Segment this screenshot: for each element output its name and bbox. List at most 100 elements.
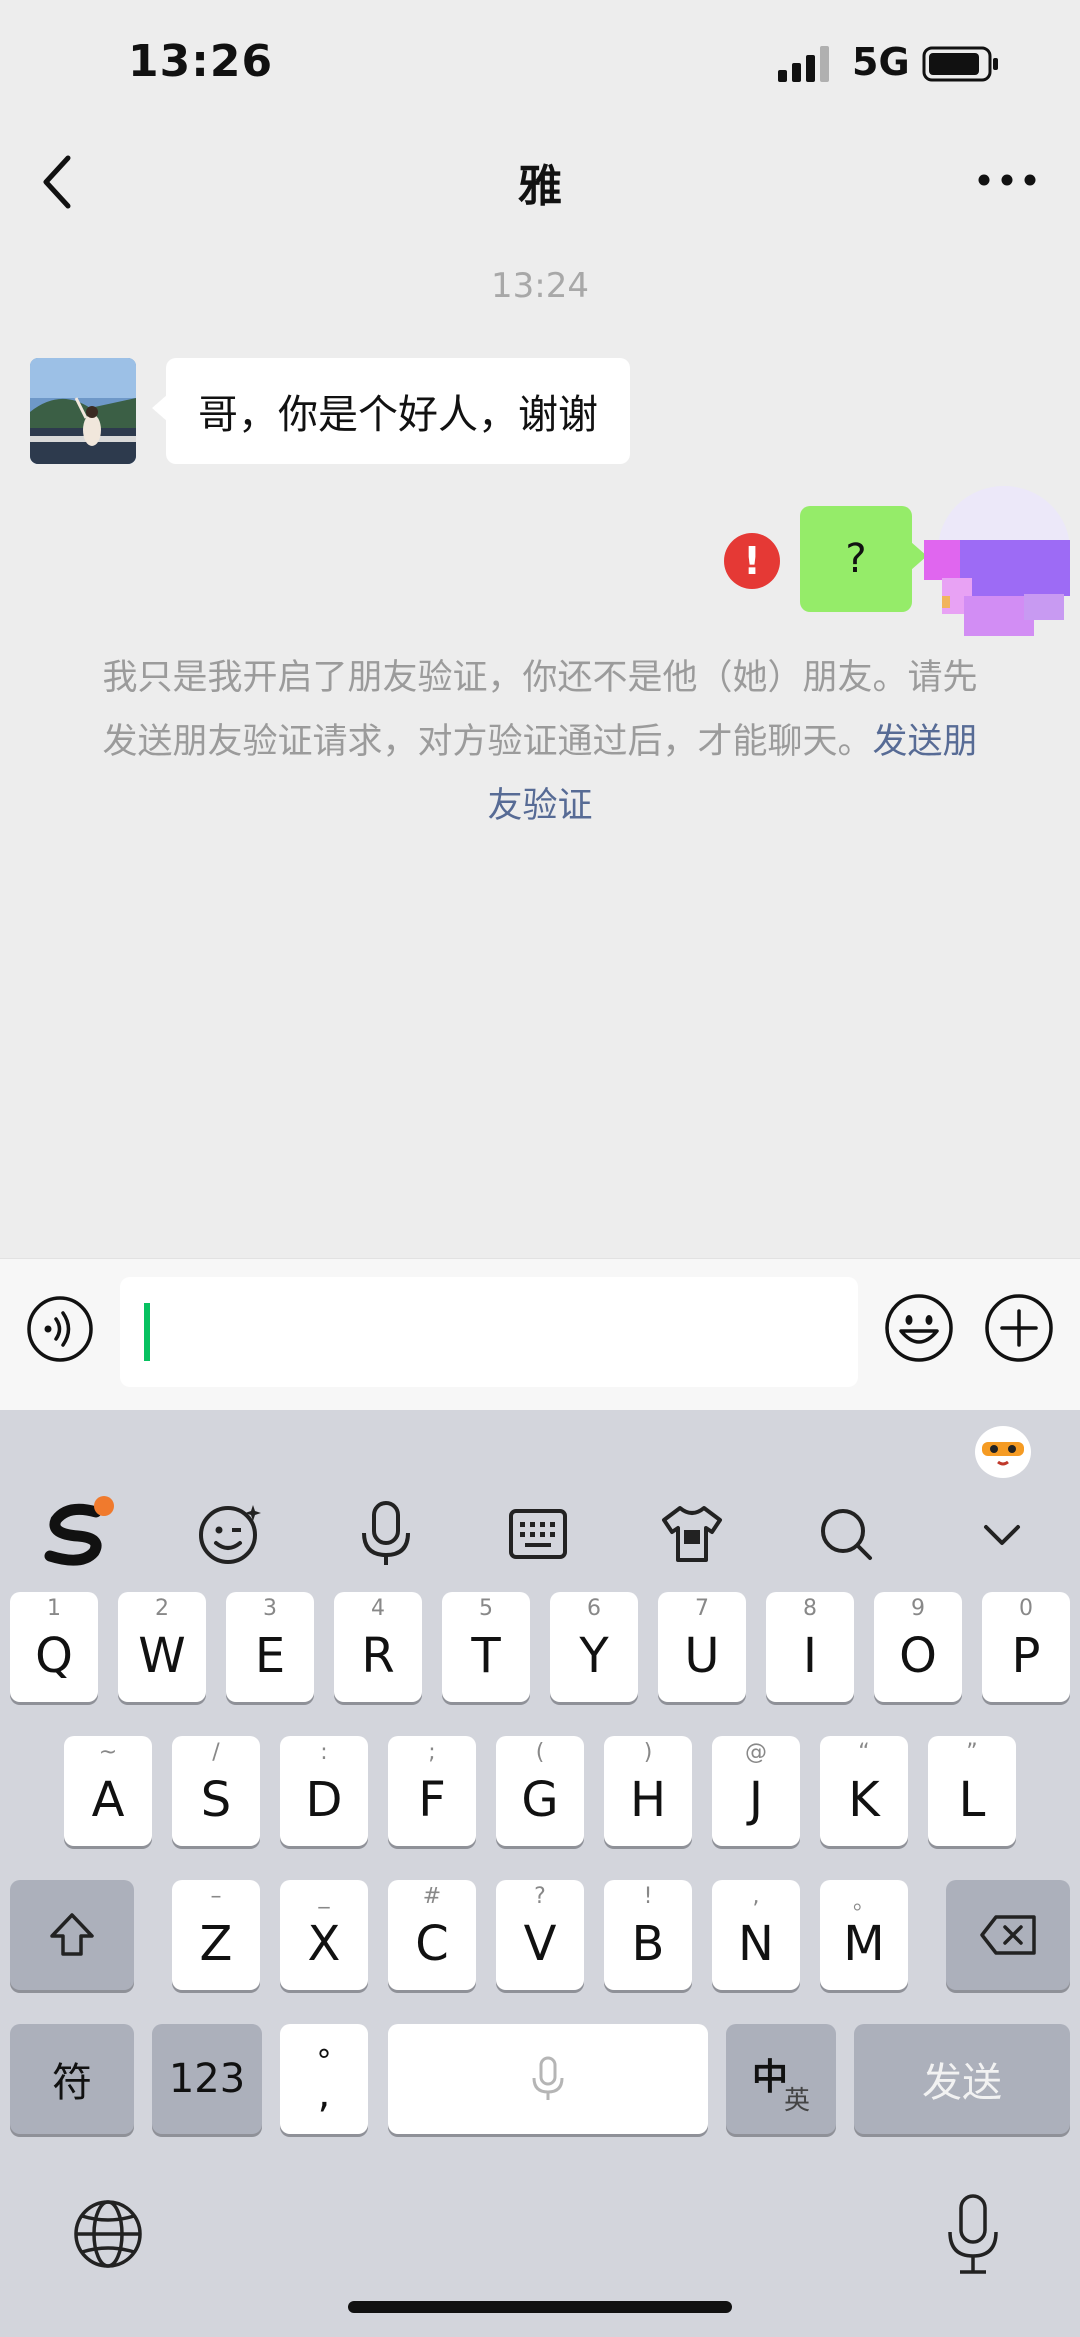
avatar-photo-icon	[30, 358, 136, 464]
search-icon[interactable]	[806, 1494, 886, 1574]
key-m[interactable]: 。 M	[820, 1880, 908, 1990]
key-e[interactable]: 3E	[226, 1592, 314, 1702]
key-letter: C	[415, 1916, 449, 1972]
key-c[interactable]: # C	[388, 1880, 476, 1990]
punct-bottom: ,	[317, 2071, 331, 2117]
collapse-keyboard-chevron-icon[interactable]	[962, 1494, 1042, 1574]
key-hint: _	[318, 1884, 330, 1909]
status-bar: 13:26 5G	[0, 0, 1080, 130]
space-mic-icon	[532, 2056, 564, 2100]
key-hint: ~	[98, 1740, 118, 1765]
numbers-key[interactable]: 123	[152, 2024, 262, 2134]
key-hint: #	[422, 1884, 442, 1909]
key-z[interactable]: – Z	[172, 1880, 260, 1990]
key-k[interactable]: “K	[820, 1736, 908, 1846]
key-p[interactable]: 0P	[982, 1592, 1070, 1702]
key-hint: )	[643, 1740, 653, 1765]
key-l[interactable]: ” L	[928, 1736, 1016, 1846]
key-v[interactable]: ? V	[496, 1880, 584, 1990]
key-letter: W	[138, 1628, 186, 1684]
key-hint: ;	[428, 1740, 436, 1765]
key-d[interactable]: :D	[280, 1736, 368, 1846]
incoming-message-bubble[interactable]: 哥，你是个好人，谢谢	[152, 358, 630, 464]
key-h[interactable]: ) H	[604, 1736, 692, 1846]
emoji-icon[interactable]	[884, 1293, 954, 1363]
mascot-icon[interactable]	[970, 1420, 1036, 1480]
outgoing-message-bubble[interactable]: ?	[800, 506, 927, 612]
key-letter: R	[361, 1628, 395, 1684]
key-y[interactable]: 6Y	[550, 1592, 638, 1702]
key-r[interactable]: 4R	[334, 1592, 422, 1702]
key-letter: N	[738, 1916, 774, 1972]
punctuation-key[interactable]: ° ,	[280, 2024, 368, 2134]
home-indicator[interactable]	[348, 2301, 732, 2313]
key-hint: ,	[752, 1884, 760, 1909]
message-timestamp: 13:24	[491, 266, 589, 306]
plus-icon[interactable]	[984, 1293, 1054, 1363]
keyboard-icon[interactable]	[498, 1494, 578, 1574]
key-j[interactable]: @ J	[712, 1736, 800, 1846]
microphone-icon[interactable]	[346, 1494, 426, 1574]
key-hint: ?	[534, 1884, 546, 1909]
message-input[interactable]	[120, 1277, 858, 1387]
keyboard: 1Q 2W 3E 4R 5T 6Y 7U 8I 9O 0P ~ A / S :D ;…	[0, 1410, 1080, 2337]
key-hint: @	[745, 1740, 767, 1765]
skin-shirt-icon[interactable]	[652, 1494, 732, 1574]
numbers-key-label: 123	[168, 2056, 246, 2102]
network-type: 5G	[852, 40, 910, 84]
key-letter: G	[521, 1772, 559, 1828]
key-hint: 5	[479, 1596, 493, 1621]
key-hint: 8	[803, 1596, 817, 1621]
key-x[interactable]: _ X	[280, 1880, 368, 1990]
key-letter: T	[471, 1628, 501, 1684]
key-letter: B	[631, 1916, 665, 1972]
key-letter: F	[418, 1772, 446, 1828]
backspace-icon	[980, 1915, 1036, 1955]
key-g[interactable]: (G	[496, 1736, 584, 1846]
status-time: 13:26	[128, 36, 274, 87]
key-letter: D	[305, 1772, 343, 1828]
emoji-panel-icon[interactable]	[190, 1494, 270, 1574]
dictation-mic-icon[interactable]	[946, 2194, 1000, 2276]
shift-key[interactable]	[10, 1880, 134, 1990]
key-u[interactable]: 7U	[658, 1592, 746, 1702]
key-b[interactable]: ! B	[604, 1880, 692, 1990]
key-letter: P	[1011, 1628, 1041, 1684]
key-t[interactable]: 5T	[442, 1592, 530, 1702]
voice-input-icon[interactable]	[26, 1295, 94, 1363]
key-hint: 。	[852, 1890, 875, 1915]
key-q[interactable]: 1Q	[10, 1592, 98, 1702]
key-n[interactable]: ,N	[712, 1880, 800, 1990]
key-f[interactable]: ; F	[388, 1736, 476, 1846]
key-hint: (	[535, 1740, 545, 1765]
key-hint: !	[643, 1884, 653, 1909]
key-hint: :	[320, 1740, 328, 1765]
key-w[interactable]: 2W	[118, 1592, 206, 1702]
key-a[interactable]: ~ A	[64, 1736, 152, 1846]
key-letter: E	[254, 1628, 286, 1684]
key-s[interactable]: / S	[172, 1736, 260, 1846]
sogou-logo-icon[interactable]	[38, 1494, 118, 1574]
send-failed-icon[interactable]: !	[724, 533, 780, 589]
system-notice: 我只是我开启了朋友验证，你还不是他（她）朋友。请先发送朋友验证请求，对方验证通过…	[88, 646, 992, 838]
symbols-key[interactable]: 符	[10, 2024, 134, 2134]
space-key[interactable]	[388, 2024, 708, 2134]
language-switch-key[interactable]: 中 英	[726, 2024, 836, 2134]
key-hint: ”	[966, 1740, 978, 1765]
key-letter: A	[91, 1772, 125, 1828]
battery-icon	[922, 46, 998, 82]
key-i[interactable]: 8I	[766, 1592, 854, 1702]
send-key[interactable]: 发送	[854, 2024, 1070, 2134]
more-icon[interactable]	[974, 160, 1040, 200]
nav-bar: 雅	[0, 130, 1080, 230]
key-hint: 6	[587, 1596, 601, 1621]
text-cursor	[144, 1303, 150, 1361]
key-letter: X	[307, 1916, 341, 1972]
contact-avatar[interactable]	[30, 358, 136, 464]
key-letter: Z	[199, 1916, 233, 1972]
delete-key[interactable]	[946, 1880, 1070, 1990]
key-o[interactable]: 9O	[874, 1592, 962, 1702]
key-hint: 0	[1019, 1596, 1033, 1621]
globe-icon[interactable]	[72, 2198, 144, 2270]
own-avatar[interactable]	[924, 484, 1070, 644]
